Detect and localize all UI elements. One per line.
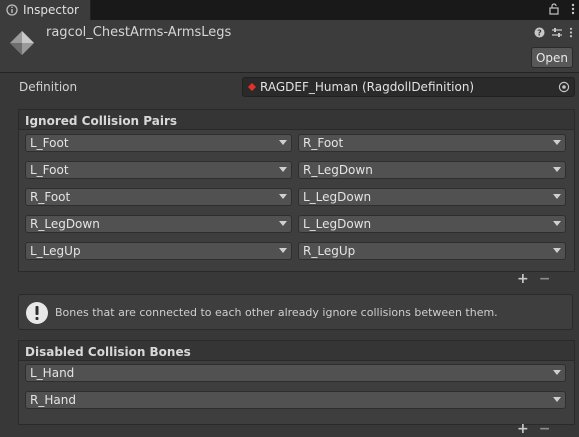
- disabled-bone-dropdown[interactable]: R_Hand: [25, 391, 566, 409]
- ignored-pairs-footer: + −: [517, 271, 550, 287]
- open-button[interactable]: Open: [531, 47, 573, 68]
- dropdown-arrow-icon: [553, 248, 561, 253]
- pair-bone-a-dropdown[interactable]: R_LegDown: [25, 215, 292, 233]
- inspector-tab-bar: Inspector: [0, 0, 579, 20]
- tab-label: Inspector: [23, 3, 79, 17]
- disabled-bones-footer: + −: [517, 421, 550, 437]
- remove-pair-button[interactable]: −: [539, 271, 551, 287]
- help-icon[interactable]: ?: [534, 27, 545, 38]
- lock-icon[interactable]: [549, 3, 559, 15]
- dropdown-value: R_Hand: [30, 393, 76, 407]
- definition-value: RAGDEF_Human (RagdollDefinition): [260, 80, 475, 94]
- pair-bone-b-dropdown[interactable]: R_LegUp: [298, 242, 566, 260]
- pair-bone-b-dropdown[interactable]: R_Foot: [298, 134, 566, 152]
- dropdown-arrow-icon: [553, 221, 561, 226]
- dropdown-value: R_LegDown: [30, 217, 100, 231]
- dropdown-arrow-icon: [279, 140, 287, 145]
- pair-bone-a-dropdown[interactable]: L_Foot: [25, 161, 292, 179]
- ragdoll-collision-asset-icon: [10, 31, 34, 55]
- object-name: ragcol_ChestArms-ArmsLegs: [46, 25, 232, 40]
- section-title: Disabled Collision Bones: [25, 345, 191, 359]
- add-pair-button[interactable]: +: [517, 271, 529, 287]
- section-title: Ignored Collision Pairs: [25, 114, 178, 128]
- dropdown-value: R_LegDown: [303, 163, 373, 177]
- pair-bone-b-dropdown[interactable]: L_LegDown: [298, 188, 566, 206]
- info-text: Bones that are connected to each other a…: [55, 306, 498, 319]
- dropdown-arrow-icon: [279, 248, 287, 253]
- definition-label: Definition: [19, 80, 78, 94]
- object-header: ragcol_ChestArms-ArmsLegs ? Open: [0, 20, 579, 73]
- info-helpbox: Bones that are connected to each other a…: [18, 294, 573, 330]
- dropdown-arrow-icon: [553, 167, 561, 172]
- pair-bone-a-dropdown[interactable]: R_Foot: [25, 188, 292, 206]
- dropdown-arrow-icon: [279, 221, 287, 226]
- definition-object-field[interactable]: RAGDEF_Human (RagdollDefinition): [242, 77, 575, 97]
- dropdown-arrow-icon: [553, 397, 561, 402]
- info-exclamation-icon: [26, 302, 48, 324]
- pair-bone-a-dropdown[interactable]: L_Foot: [25, 134, 292, 152]
- dropdown-value: L_Foot: [30, 136, 69, 150]
- dropdown-value: L_LegDown: [303, 217, 372, 231]
- dropdown-value: R_LegUp: [303, 244, 356, 258]
- dropdown-value: L_LegUp: [30, 244, 81, 258]
- tab-inspector[interactable]: Inspector: [0, 0, 91, 20]
- dropdown-arrow-icon: [279, 194, 287, 199]
- svg-text:?: ?: [537, 29, 542, 38]
- dropdown-arrow-icon: [553, 194, 561, 199]
- ragdoll-definition-icon: [248, 83, 256, 91]
- disabled-collision-bones-section: Disabled Collision Bones L_Hand R_Hand: [18, 340, 575, 425]
- dropdown-value: R_Foot: [30, 190, 71, 204]
- dropdown-value: L_Foot: [30, 163, 69, 177]
- dropdown-value: L_LegDown: [303, 190, 372, 204]
- remove-bone-button[interactable]: −: [539, 421, 551, 437]
- pair-bone-b-dropdown[interactable]: L_LegDown: [298, 215, 566, 233]
- dropdown-arrow-icon: [279, 167, 287, 172]
- disabled-bone-dropdown[interactable]: L_Hand: [25, 364, 566, 382]
- inspector-icon: [6, 4, 18, 16]
- kebab-menu-icon[interactable]: [571, 3, 575, 15]
- pair-bone-a-dropdown[interactable]: L_LegUp: [25, 242, 292, 260]
- dropdown-value: R_Foot: [303, 136, 344, 150]
- object-picker-icon[interactable]: [558, 81, 570, 93]
- dropdown-value: L_Hand: [30, 366, 75, 380]
- kebab-menu-icon[interactable]: [569, 27, 573, 38]
- dropdown-arrow-icon: [553, 140, 561, 145]
- dropdown-arrow-icon: [553, 370, 561, 375]
- pair-bone-b-dropdown[interactable]: R_LegDown: [298, 161, 566, 179]
- ignored-collision-pairs-section: Ignored Collision Pairs L_Foot R_Foot L_Fo…: [18, 109, 575, 272]
- preset-sliders-icon[interactable]: [551, 27, 563, 38]
- add-bone-button[interactable]: +: [517, 421, 529, 437]
